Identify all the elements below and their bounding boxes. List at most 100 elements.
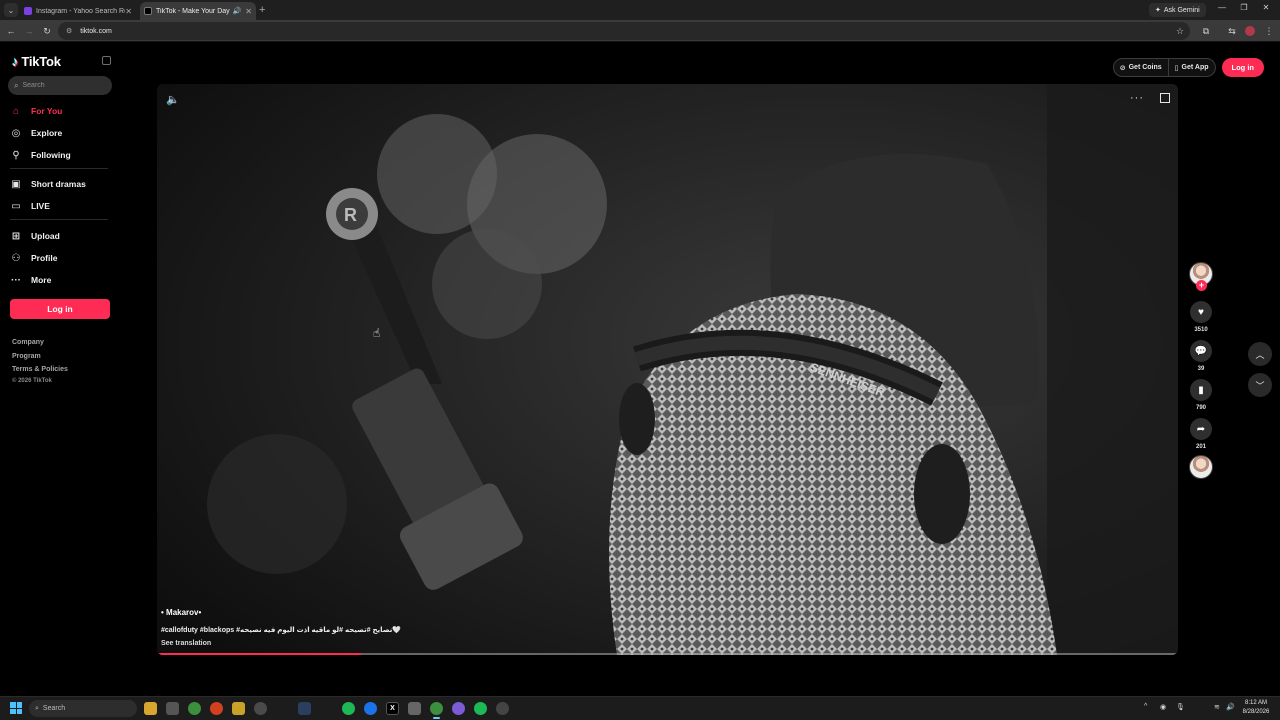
nav-divider [10, 219, 108, 220]
sidebar-login-button[interactable]: Log in [10, 299, 110, 319]
nav-upload[interactable]: ⊞ Upload [10, 228, 60, 244]
nav-for-you[interactable]: ⌂ For You [10, 103, 62, 119]
chrome-icon[interactable] [188, 702, 201, 715]
spotify-icon[interactable] [342, 702, 355, 715]
close-tab-icon[interactable]: ✕ [125, 7, 132, 16]
browser-tab-tiktok[interactable]: TikTok - Make Your Day 🔊 ✕ [140, 2, 256, 20]
minimize-window-icon[interactable]: — [1216, 3, 1228, 12]
like-heart-icon[interactable]: ♥ [1190, 301, 1212, 323]
cast-icon[interactable]: ⇆ [1225, 24, 1239, 38]
video-author[interactable]: • Makarov• [161, 608, 201, 617]
get-coins-button[interactable]: ⊘ Get Coins [1112, 58, 1169, 77]
compass-icon: ◎ [11, 127, 21, 139]
collapse-sidebar-icon[interactable] [102, 56, 111, 65]
video-progress-fill [157, 653, 362, 655]
extensions-icon[interactable]: ⧉ [1199, 24, 1213, 38]
new-tab-button[interactable]: + [259, 3, 265, 17]
x-icon[interactable]: X [386, 702, 399, 715]
tab-audio-icon[interactable]: 🔊 [233, 7, 242, 15]
speaker-icon[interactable]: 🔊 [1226, 703, 1235, 711]
live-icon: ▭ [11, 200, 21, 212]
store-icon[interactable] [166, 702, 179, 715]
app-icon[interactable] [408, 702, 421, 715]
browser-toolbar: ← → ↻ ⚙ tiktok.com ☆ ⧉ ⇆ ⋮ [0, 20, 1280, 42]
svg-text:R: R [344, 205, 357, 225]
more-options-icon[interactable]: ··· [1130, 92, 1144, 104]
see-translation-link[interactable]: See translation [161, 640, 211, 647]
bookmark-icon[interactable]: ▮ [1190, 379, 1212, 401]
browser-tab-strip: ⌄ Instagram - Yahoo Search Res... ✕ TikT… [0, 0, 1280, 20]
search-box[interactable]: ⌕ [8, 76, 112, 95]
taskbar-clock[interactable]: 8:12 AM 8/28/2026 [1236, 699, 1276, 717]
taskbar-search-label: Search [42, 705, 66, 712]
chrome-active-icon[interactable] [430, 702, 443, 719]
fullscreen-icon[interactable] [1160, 93, 1170, 103]
windows-taskbar: ⌕ Search X ^ ◉ 🎙 ≋ 🔊 8:12 AM 8/28/2026 [0, 696, 1280, 720]
music-disc-avatar[interactable] [1189, 455, 1213, 479]
share-arrow-icon[interactable]: ➦ [1190, 418, 1212, 440]
video-player[interactable]: R SENNHEISER 🔈 ··· • Makarov• #callofdut… [157, 84, 1178, 655]
footer-link-company[interactable]: Company [12, 339, 44, 346]
browser-tab-instagram[interactable]: Instagram - Yahoo Search Res... ✕ [20, 2, 136, 20]
close-window-icon[interactable]: ✕ [1260, 3, 1272, 12]
file-explorer-icon[interactable] [144, 702, 157, 715]
restore-window-icon[interactable]: ❐ [1238, 3, 1250, 12]
steam-icon[interactable] [298, 702, 311, 715]
nav-explore[interactable]: ◎ Explore [10, 125, 63, 141]
back-arrow-icon[interactable]: ← [5, 24, 17, 38]
search-icon: ⌕ [35, 704, 39, 712]
search-input[interactable] [22, 82, 103, 89]
browser-profile-avatar[interactable] [1245, 26, 1255, 36]
browser-menu-icon[interactable]: ⋮ [1262, 24, 1276, 38]
microphone-icon[interactable]: 🎙 [1176, 703, 1185, 711]
windows-start-icon[interactable] [10, 702, 22, 714]
film-icon: ▣ [11, 178, 21, 190]
mouse-cursor-icon: ☝ [373, 326, 381, 340]
nav-following[interactable]: ⚲ Following [10, 147, 71, 163]
address-bar[interactable]: ⚙ tiktok.com [58, 22, 1190, 40]
previous-video-chevron-up-icon[interactable]: ︿ [1248, 342, 1272, 366]
tiktok-note-icon: ♪ [12, 54, 19, 69]
bookmark-star-icon[interactable]: ☆ [1173, 24, 1187, 38]
logo-text: TikTok [21, 54, 61, 69]
header-login-button[interactable]: Log in [1221, 58, 1264, 77]
edge-icon[interactable] [364, 702, 377, 715]
tiktok-favicon-icon [144, 7, 152, 15]
forward-arrow-icon[interactable]: → [23, 24, 35, 38]
ask-gemini-button[interactable]: ✦ Ask Gemini [1149, 3, 1206, 17]
clock-date: 8/28/2026 [1242, 709, 1270, 715]
tray-app-icon[interactable]: ◉ [1160, 703, 1166, 711]
spotify-icon[interactable] [474, 702, 487, 715]
get-app-button[interactable]: ▯ Get App [1168, 58, 1216, 77]
volume-icon[interactable]: 🔈 [166, 93, 180, 106]
tiktok-logo[interactable]: ♪ TikTok [12, 54, 61, 69]
settings-gear-icon[interactable] [496, 702, 509, 715]
footer-link-program[interactable]: Program [12, 353, 41, 360]
site-info-icon[interactable]: ⚙ [66, 27, 72, 35]
app-icon[interactable] [254, 702, 267, 715]
app-icon[interactable] [232, 702, 245, 715]
browser-app-icon[interactable] [210, 702, 223, 715]
url-text: tiktok.com [80, 27, 112, 35]
search-icon: ⌕ [14, 80, 19, 90]
nav-label: Following [31, 150, 71, 160]
nav-profile[interactable]: ⚇ Profile [10, 250, 58, 266]
coin-icon: ⊘ [1119, 64, 1126, 72]
next-video-chevron-down-icon[interactable]: ﹀ [1248, 373, 1272, 397]
nav-live[interactable]: ▭ LIVE [10, 198, 50, 214]
follow-plus-icon[interactable]: + [1196, 280, 1207, 291]
footer-link-terms[interactable]: Terms & Policies [12, 366, 68, 373]
nav-short-dramas[interactable]: ▣ Short dramas [10, 176, 86, 192]
nav-divider [10, 168, 108, 169]
nav-more[interactable]: ··· More [10, 272, 51, 288]
reload-icon[interactable]: ↻ [41, 24, 53, 38]
person-icon: ⚲ [12, 149, 20, 161]
comment-icon[interactable]: 💬 [1190, 340, 1212, 362]
video-caption[interactable]: #callofduty #blackops #نصايح #تصيحه #لو … [161, 626, 401, 634]
tray-chevron-up-icon[interactable]: ^ [1144, 703, 1147, 710]
app-icon[interactable] [452, 702, 465, 715]
close-tab-icon[interactable]: ✕ [245, 7, 252, 16]
tab-search-chevron-icon[interactable]: ⌄ [4, 3, 18, 17]
wifi-icon[interactable]: ≋ [1214, 703, 1220, 711]
taskbar-search[interactable]: ⌕ Search [29, 700, 137, 717]
